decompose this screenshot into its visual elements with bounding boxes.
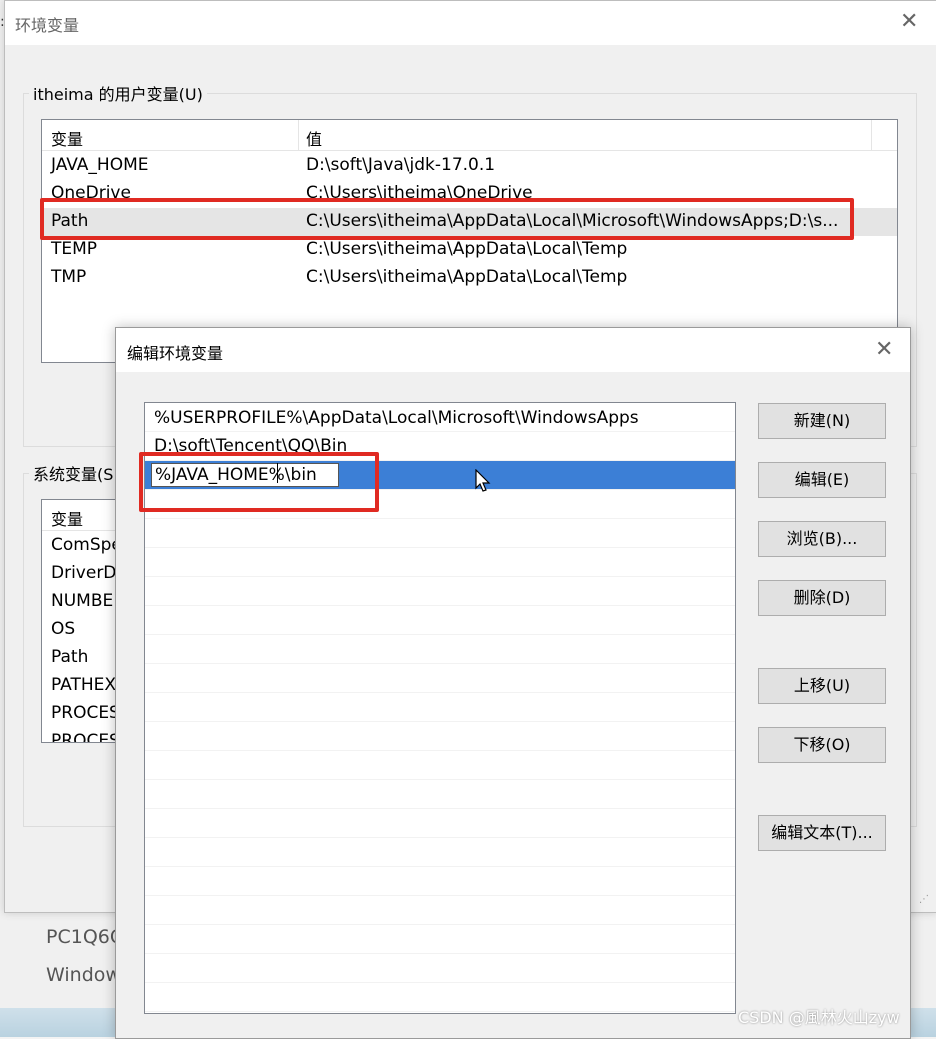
browse-button[interactable]: 浏览(B)... <box>758 521 886 557</box>
user-vars-list-header: 变量 值 <box>42 120 897 151</box>
column-header-value[interactable]: 值 <box>306 126 322 150</box>
user-var-name: TEMP <box>51 239 98 259</box>
system-vars-group-label: 系统变量(S <box>29 461 118 485</box>
background-text-windows: Window <box>46 964 121 986</box>
user-var-row-temp[interactable]: TEMP C:\Users\itheima\AppData\Local\Temp <box>42 236 897 264</box>
column-header-variable[interactable]: 变量 <box>51 126 83 150</box>
highlight-box-path-row <box>40 198 854 240</box>
user-var-value: C:\Users\itheima\AppData\Local\Temp <box>306 267 628 287</box>
window-titlebar: 环境变量 ✕ <box>5 1 936 45</box>
user-var-value: D:\soft\Java\jdk-17.0.1 <box>306 155 496 175</box>
edit-env-var-dialog: 编辑环境变量 ✕ %USERPROFILE%\AppData\Local\Mic… <box>115 327 911 1039</box>
dialog-titlebar: 编辑环境变量 ✕ <box>116 328 910 372</box>
column-divider[interactable] <box>298 120 299 150</box>
system-var-name: DriverD <box>51 563 117 583</box>
resize-grip-icon[interactable]: ⋰ <box>919 894 929 905</box>
system-var-name: PATHEX <box>51 675 117 695</box>
user-var-row-java-home[interactable]: JAVA_HOME D:\soft\Java\jdk-17.0.1 <box>42 152 897 180</box>
user-var-name: TMP <box>51 267 87 287</box>
close-icon[interactable]: ✕ <box>875 339 893 361</box>
mouse-cursor-icon <box>475 469 491 492</box>
new-button[interactable]: 新建(N) <box>758 403 886 439</box>
path-entry-text: %USERPROFILE%\AppData\Local\Microsoft\Wi… <box>154 408 639 428</box>
system-var-name: ComSpe <box>51 535 122 555</box>
system-var-name: PROCES <box>51 703 120 723</box>
window-title: 环境变量 <box>15 16 80 35</box>
system-var-name: Path <box>51 647 89 667</box>
highlight-box-edited-entry <box>139 452 379 512</box>
system-var-name: NUMBE <box>51 591 114 611</box>
user-vars-group-label: itheima 的用户变量(U) <box>29 81 207 105</box>
user-var-name: JAVA_HOME <box>51 155 149 175</box>
user-var-row-tmp[interactable]: TMP C:\Users\itheima\AppData\Local\Temp <box>42 264 897 292</box>
move-up-button[interactable]: 上移(U) <box>758 668 886 704</box>
system-var-name: PROCES <box>51 731 120 743</box>
path-entry[interactable]: %USERPROFILE%\AppData\Local\Microsoft\Wi… <box>145 405 735 433</box>
column-header-variable[interactable]: 变量 <box>51 506 83 530</box>
edit-button[interactable]: 编辑(E) <box>758 462 886 498</box>
background-text-pc: PC1Q6C <box>46 926 124 948</box>
delete-button[interactable]: 删除(D) <box>758 580 886 616</box>
close-icon[interactable]: ✕ <box>900 11 918 33</box>
move-down-button[interactable]: 下移(O) <box>758 727 886 763</box>
edit-text-button[interactable]: 编辑文本(T)... <box>758 815 886 851</box>
watermark: CSDN @風林火山zyw <box>738 1008 900 1027</box>
system-var-name: OS <box>51 619 76 639</box>
user-var-value: C:\Users\itheima\AppData\Local\Temp <box>306 239 628 259</box>
dialog-title: 编辑环境变量 <box>127 344 224 363</box>
column-divider[interactable] <box>871 120 872 150</box>
